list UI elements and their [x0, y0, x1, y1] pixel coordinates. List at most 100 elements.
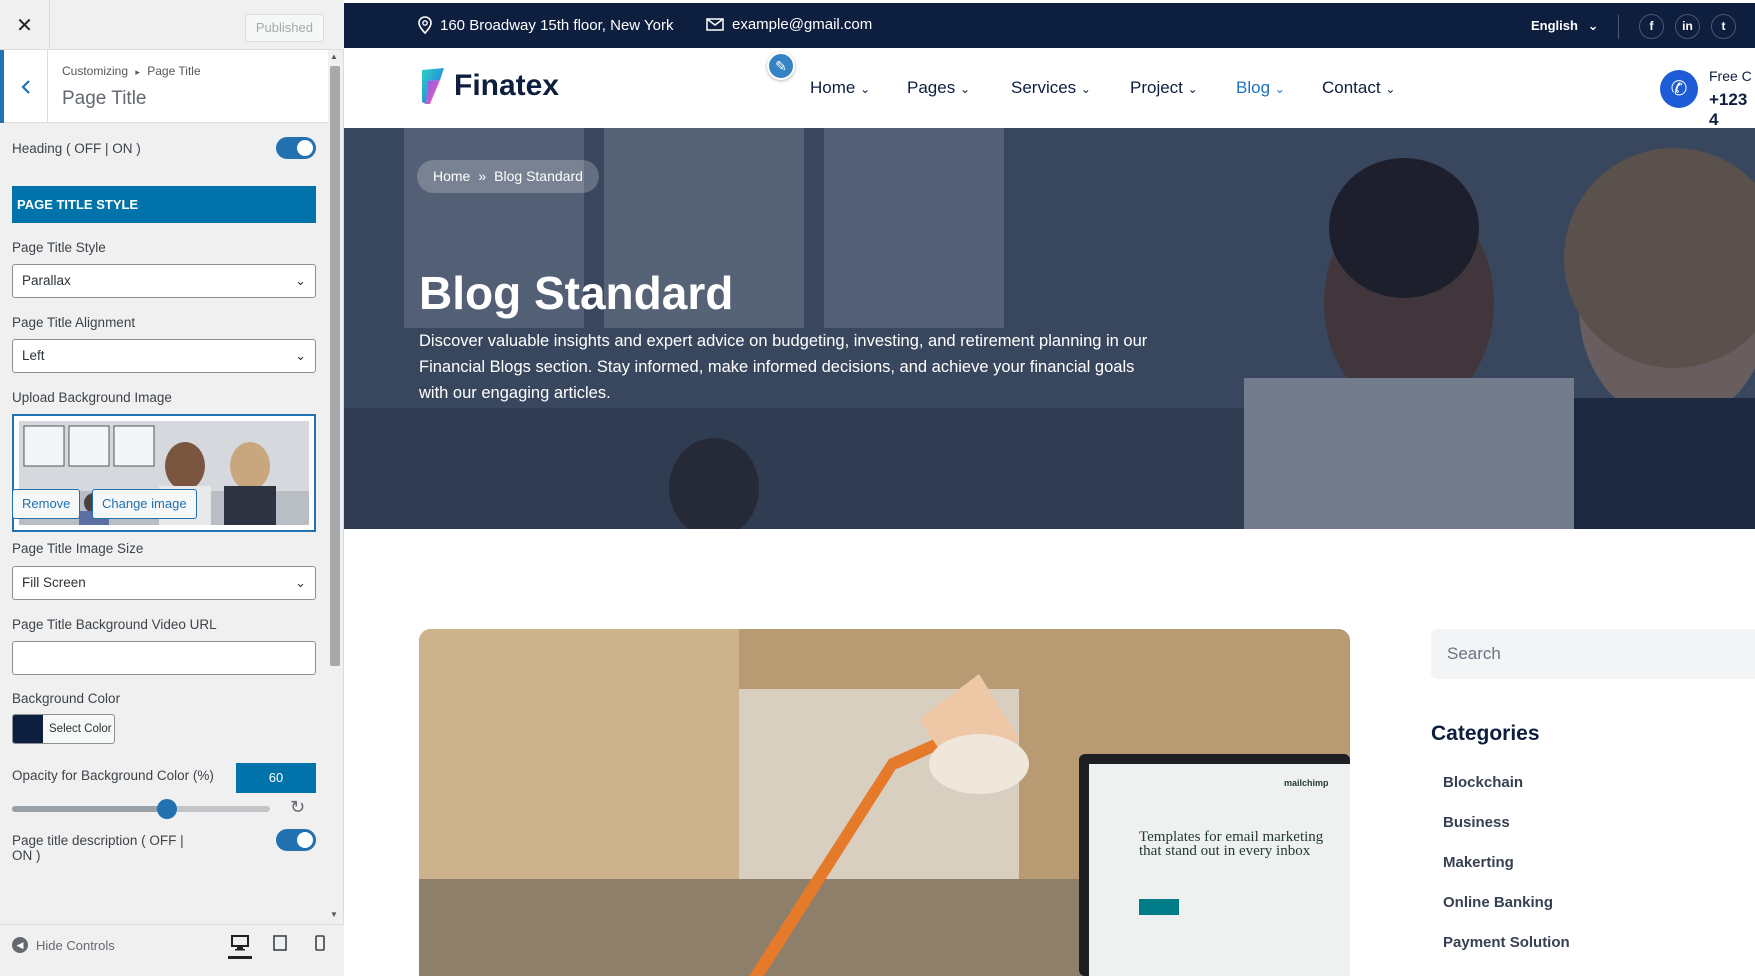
language-selector[interactable]: English ⌄ — [1531, 18, 1598, 34]
call-number[interactable]: +123 4 — [1709, 90, 1755, 130]
scroll-down-icon[interactable]: ▼ — [330, 910, 338, 919]
nav-services[interactable]: Services ⌄ — [1011, 78, 1091, 98]
twitter-icon[interactable]: t — [1711, 14, 1736, 39]
breadcrumb-current: Blog Standard — [494, 168, 583, 184]
opacity-label: Opacity for Background Color (%) — [12, 768, 214, 783]
breadcrumb: Customizing ▸ Page Title — [62, 64, 201, 78]
hide-controls-label: Hide Controls — [36, 937, 115, 953]
site-topbar: 160 Broadway 15th floor, New York exampl… — [344, 3, 1755, 48]
nav-project[interactable]: Project ⌄ — [1130, 78, 1198, 98]
remove-image-button[interactable]: Remove — [12, 489, 81, 519]
change-image-button[interactable]: Change image — [92, 489, 197, 519]
logo-text: Finatex — [454, 69, 560, 102]
description-toggle[interactable] — [276, 829, 316, 851]
description-toggle-label: Page title description ( OFF | ON ) — [12, 833, 232, 863]
bg-color-label: Background Color — [12, 691, 121, 706]
chevron-down-icon: ⌄ — [295, 348, 306, 363]
logo-mark-icon — [422, 68, 444, 104]
mobile-icon — [315, 935, 325, 951]
nav-blog-label: Blog — [1236, 78, 1271, 97]
chevron-down-icon: ⌄ — [1187, 82, 1198, 96]
video-url-input[interactable] — [12, 641, 316, 675]
page-title-alignment-select[interactable]: Left ⌄ — [12, 339, 316, 373]
linkedin-icon[interactable]: in — [1675, 14, 1700, 39]
chevron-down-icon: ⌄ — [1385, 82, 1396, 96]
breadcrumb-home-link[interactable]: Home — [433, 160, 470, 193]
opacity-input[interactable]: 60 — [236, 763, 316, 793]
svg-text:that stand out in every inbox: that stand out in every inbox — [1139, 843, 1311, 859]
breadcrumb-root: Customizing — [62, 64, 129, 78]
post-featured-image[interactable]: Templates for email marketing that stand… — [419, 629, 1350, 976]
categories-heading: Categories — [1431, 722, 1540, 745]
page-title-style-header: PAGE TITLE STYLE — [12, 186, 316, 223]
scroll-thumb[interactable] — [330, 66, 340, 666]
opacity-slider[interactable] — [12, 799, 270, 819]
tablet-icon — [273, 935, 287, 951]
hero-breadcrumb: Home » Blog Standard — [417, 160, 599, 193]
reset-icon[interactable]: ↻ — [290, 797, 305, 818]
desktop-icon — [231, 935, 249, 951]
nav-home-label: Home — [810, 78, 856, 97]
tablet-preview-button[interactable] — [268, 935, 292, 959]
category-link[interactable]: Business — [1443, 814, 1510, 831]
page-title-style-select[interactable]: Parallax ⌄ — [12, 264, 316, 298]
bg-color-picker[interactable]: Select Color — [12, 714, 115, 744]
site-logo[interactable]: Finatex — [420, 66, 559, 106]
facebook-icon[interactable]: f — [1639, 14, 1664, 39]
opacity-slider-handle[interactable] — [156, 799, 177, 819]
hide-controls-button[interactable]: ◀ Hide Controls — [12, 937, 115, 953]
nav-blog[interactable]: Blog ⌄ — [1236, 78, 1285, 98]
page-title: Blog Standard — [419, 267, 734, 319]
desktop-preview-button[interactable] — [228, 935, 252, 959]
video-url-label: Page Title Background Video URL — [12, 617, 217, 632]
heading-toggle[interactable] — [276, 137, 316, 159]
nav-services-label: Services — [1011, 78, 1077, 97]
chevron-left-icon — [20, 79, 30, 94]
close-icon: ✕ — [16, 14, 33, 37]
section-header: Customizing ▸ Page Title Page Title — [0, 50, 328, 123]
phone-icon[interactable]: ✆ — [1660, 70, 1698, 108]
category-link[interactable]: Online Banking — [1443, 894, 1553, 911]
site-navbar: Finatex ✎ Home ⌄ Pages ⌄ Services ⌄ Proj… — [344, 48, 1755, 130]
chevron-down-icon: ⌄ — [1080, 82, 1091, 96]
image-size-value: Fill Screen — [22, 575, 86, 590]
breadcrumb-current: Page Title — [147, 64, 201, 78]
collapse-icon: ◀ — [12, 937, 28, 953]
address-text: 160 Broadway 15th floor, New York — [440, 16, 674, 34]
chevron-down-icon: ⌄ — [295, 575, 306, 590]
edit-shortcut-pencil-icon[interactable]: ✎ — [767, 52, 795, 80]
sidebar-search-input[interactable]: Search — [1431, 629, 1755, 679]
panel-scrollbar[interactable]: ▲ ▼ — [328, 50, 342, 922]
page-title-alignment-label: Page Title Alignment — [12, 315, 136, 330]
breadcrumb-separator: ▸ — [135, 67, 140, 77]
language-label: English — [1531, 18, 1578, 33]
nav-pages-label: Pages — [907, 78, 956, 97]
close-customizer-button[interactable]: ✕ — [0, 0, 50, 50]
page-title-style-label: Page Title Style — [12, 240, 106, 255]
chevron-down-icon: ⌄ — [1587, 18, 1599, 33]
chevron-down-icon: ⌄ — [860, 82, 871, 96]
topbar-email[interactable]: example@gmail.com — [706, 16, 872, 33]
mobile-preview-button[interactable] — [308, 935, 332, 959]
category-link[interactable]: Blockchain — [1443, 774, 1523, 791]
nav-contact[interactable]: Contact ⌄ — [1322, 78, 1395, 98]
nav-home[interactable]: Home ⌄ — [810, 78, 870, 98]
location-pin-icon — [418, 16, 432, 34]
select-color-label: Select Color — [49, 723, 112, 735]
image-size-select[interactable]: Fill Screen ⌄ — [12, 566, 316, 600]
email-text: example@gmail.com — [732, 16, 873, 33]
color-swatch — [13, 715, 43, 743]
customizer-header: ✕ Published — [0, 0, 344, 50]
published-button[interactable]: Published — [244, 14, 324, 42]
category-link[interactable]: Makerting — [1443, 854, 1514, 871]
back-button[interactable] — [0, 50, 48, 123]
section-title: Page Title — [62, 88, 147, 109]
scroll-up-icon[interactable]: ▲ — [330, 52, 338, 61]
chevron-down-icon: ⌄ — [959, 82, 970, 96]
post-photo: Templates for email marketing that stand… — [419, 629, 1350, 976]
nav-pages[interactable]: Pages ⌄ — [907, 78, 970, 98]
page-title-hero: Home » Blog Standard Blog Standard Disco… — [344, 128, 1755, 529]
chevron-down-icon: ⌄ — [1274, 82, 1285, 96]
category-link[interactable]: Payment Solution — [1443, 934, 1570, 951]
breadcrumb-separator-icon: » — [478, 168, 487, 184]
